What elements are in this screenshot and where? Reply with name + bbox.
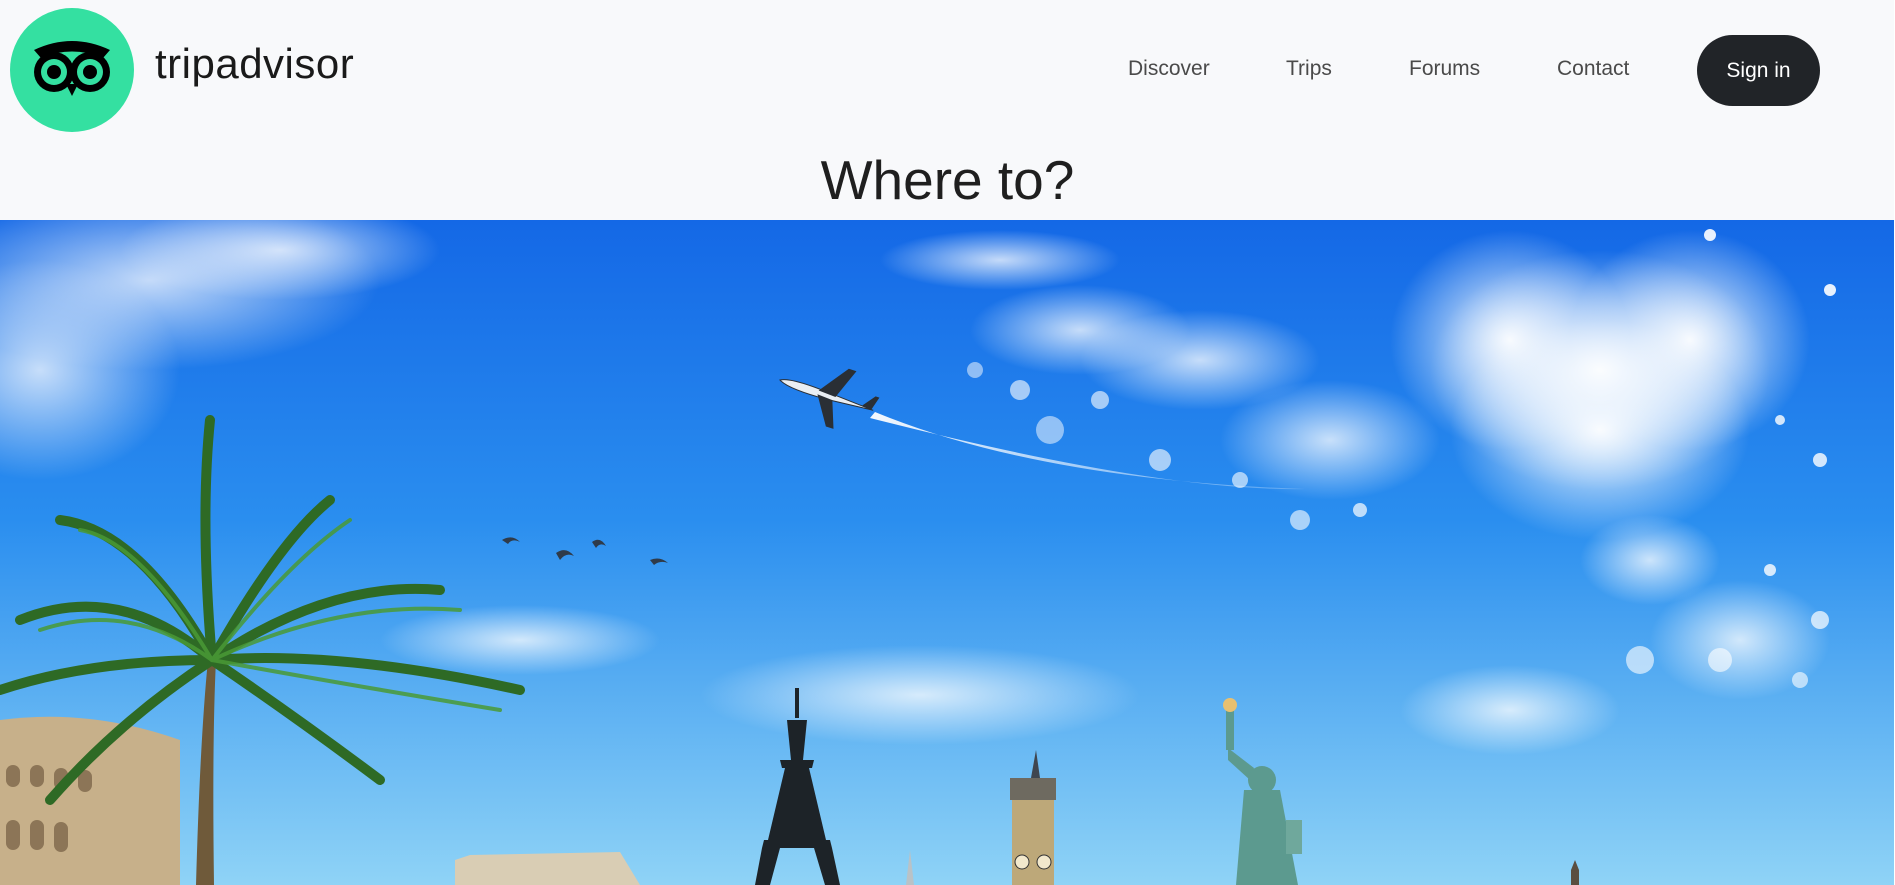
page: tripadvisor Discover Trips Forums Contac… xyxy=(0,0,1895,885)
nav-contact[interactable]: Contact xyxy=(1557,57,1629,81)
nav-discover[interactable]: Discover xyxy=(1128,57,1210,81)
hero-scene xyxy=(0,220,1894,885)
hero-image xyxy=(0,220,1894,885)
building xyxy=(455,852,640,885)
page-title: Where to? xyxy=(820,149,1075,211)
tripadvisor-logo[interactable] xyxy=(10,8,134,132)
brand-name[interactable]: tripadvisor xyxy=(155,40,354,88)
sign-in-button[interactable]: Sign in xyxy=(1697,35,1820,106)
nav-trips[interactable]: Trips xyxy=(1286,57,1332,81)
nav-forums[interactable]: Forums xyxy=(1409,57,1480,81)
owl-logo-icon xyxy=(34,41,110,96)
colosseum xyxy=(0,716,180,885)
